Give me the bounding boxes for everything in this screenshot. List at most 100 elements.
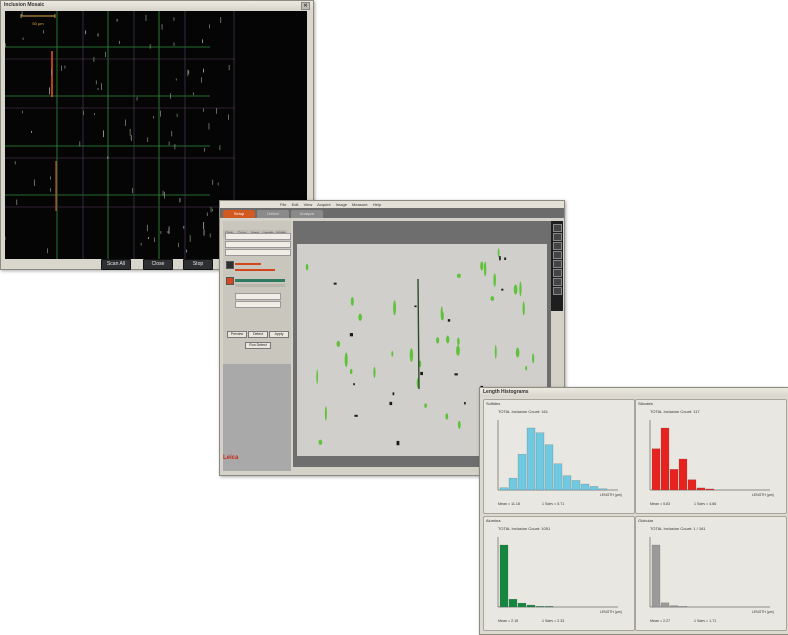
zoom-in-icon[interactable]: [553, 224, 562, 232]
erase-icon[interactable]: [553, 278, 562, 286]
detected-inclusion: [457, 337, 460, 346]
histograms-titlebar[interactable]: Length Histograms: [480, 388, 788, 397]
stdev-label: 1 Sdev = 1.71: [694, 619, 717, 623]
threshold-slider[interactable]: [235, 269, 275, 271]
detected-inclusion: [532, 353, 535, 364]
close-button[interactable]: Close: [143, 259, 173, 270]
detected-inclusion: [493, 273, 496, 287]
histogram-bar: [499, 544, 509, 608]
settings-field[interactable]: [225, 249, 291, 256]
detected-inclusion: [456, 345, 460, 356]
menu-item-help[interactable]: Help: [373, 202, 381, 207]
draw-icon[interactable]: [553, 269, 562, 277]
oxide-particle: [333, 282, 337, 285]
histogram-bar: [571, 480, 581, 491]
x-axis-label: LENGTH (µm): [752, 493, 774, 497]
menu-item-measure[interactable]: Measure: [352, 202, 368, 207]
oxide-particle: [414, 305, 417, 308]
histogram-bar: [517, 602, 527, 608]
fit-icon[interactable]: [553, 287, 562, 295]
menu-item-view[interactable]: View: [304, 202, 313, 207]
detected-inclusion: [519, 281, 522, 297]
histogram-panel-sulfides: Sulfides TOTAL Inclusion Count: 161 LENG…: [483, 399, 635, 514]
mean-label: Mean = 11.18: [498, 502, 520, 506]
oxide-particle: [504, 257, 507, 260]
mean-label: Mean = 2.15: [498, 619, 519, 623]
detect-button[interactable]: Detect: [248, 331, 268, 338]
oxide-particle: [354, 414, 358, 417]
detected-inclusion: [373, 366, 376, 379]
histogram-bar: [562, 475, 572, 491]
tile-borders: [5, 11, 235, 259]
settings-field[interactable]: [235, 293, 281, 300]
histogram-bar: [696, 487, 706, 491]
histogram-bar: [508, 599, 518, 608]
run-detect-button[interactable]: Run Detect: [245, 342, 271, 349]
mean-label: Mean = 2.27: [650, 619, 671, 623]
settings-field[interactable]: [225, 233, 291, 240]
detected-inclusion: [305, 263, 309, 271]
tab-setup[interactable]: Setup: [223, 210, 255, 218]
detected-inclusion: [391, 350, 394, 357]
select-icon[interactable]: [553, 251, 562, 259]
detected-inclusion: [436, 337, 440, 344]
menu-item-edit[interactable]: Edit: [292, 202, 299, 207]
apply-button[interactable]: Apply: [269, 331, 289, 338]
oxide-particle: [499, 256, 501, 261]
oxide-particle: [349, 333, 354, 337]
menu-item-acquire[interactable]: Acquire: [317, 202, 331, 207]
x-axis-label: LENGTH (µm): [600, 610, 622, 614]
stdev-label: 1 Sdev = 4.66: [694, 502, 717, 506]
settings-field[interactable]: [235, 301, 281, 308]
threshold-slider[interactable]: [235, 263, 261, 265]
detected-inclusion: [525, 365, 528, 371]
pan-icon[interactable]: [553, 242, 562, 250]
zoom-out-icon[interactable]: [553, 233, 562, 241]
histogram-panel-globular: Globular TOTAL Inclusion Count: 1 / 161 …: [635, 516, 787, 631]
detected-inclusion: [457, 420, 461, 429]
elongated-inclusion: [417, 278, 420, 390]
detected-inclusion: [358, 313, 362, 321]
oxide-particle: [353, 383, 355, 386]
detected-inclusion: [424, 403, 427, 408]
mosaic-title: Inclusion Mosaic: [4, 2, 45, 8]
close-icon[interactable]: ✕: [301, 2, 310, 10]
mosaic-titlebar[interactable]: Inclusion Mosaic ✕: [1, 1, 313, 10]
histogram-bar: [678, 606, 688, 608]
histogram-bar: [544, 606, 554, 608]
histogram-bar: [705, 488, 715, 491]
scale-bar-label: 50 µm: [32, 21, 44, 26]
histogram-bar: [535, 606, 545, 608]
color-swatch[interactable]: [226, 277, 234, 285]
histogram-panel-alumina: Alumina TOTAL Inclusion Count: 1051 LENG…: [483, 516, 635, 631]
detected-inclusion: [494, 344, 497, 359]
histogram-bar: [660, 427, 670, 491]
oxide-particle: [389, 401, 393, 406]
detection-range-bar[interactable]: [235, 284, 285, 287]
menu-item-image[interactable]: Image: [336, 202, 347, 207]
color-swatch[interactable]: [226, 261, 234, 269]
detected-inclusion: [441, 311, 444, 321]
tab-detect[interactable]: Detect: [257, 210, 289, 218]
tab-analyze[interactable]: Analyze: [291, 210, 323, 218]
histogram-bar: [499, 487, 509, 491]
histogram-chart: LENGTH (µm): [497, 537, 622, 614]
preview-button[interactable]: Preview: [227, 331, 247, 338]
scan-all-button[interactable]: Scan All: [101, 259, 131, 270]
detected-inclusion: [446, 335, 450, 344]
measure-icon[interactable]: [553, 260, 562, 268]
detected-inclusion: [349, 368, 353, 375]
menu-item-file[interactable]: File: [280, 202, 286, 207]
x-axis-label: LENGTH (µm): [600, 493, 622, 497]
detection-range-bar[interactable]: [235, 279, 285, 282]
stop-button[interactable]: Stop: [183, 259, 213, 270]
histogram-bar: [535, 432, 545, 491]
histogram-chart: LENGTH (µm): [649, 537, 774, 614]
detected-inclusion: [513, 284, 518, 295]
histogram-bar: [517, 454, 527, 491]
histogram-bar: [580, 483, 590, 491]
viewer-toolbar: [551, 221, 563, 311]
histogram-bar: [669, 469, 679, 491]
detected-inclusion: [316, 369, 318, 385]
settings-field[interactable]: [225, 241, 291, 248]
